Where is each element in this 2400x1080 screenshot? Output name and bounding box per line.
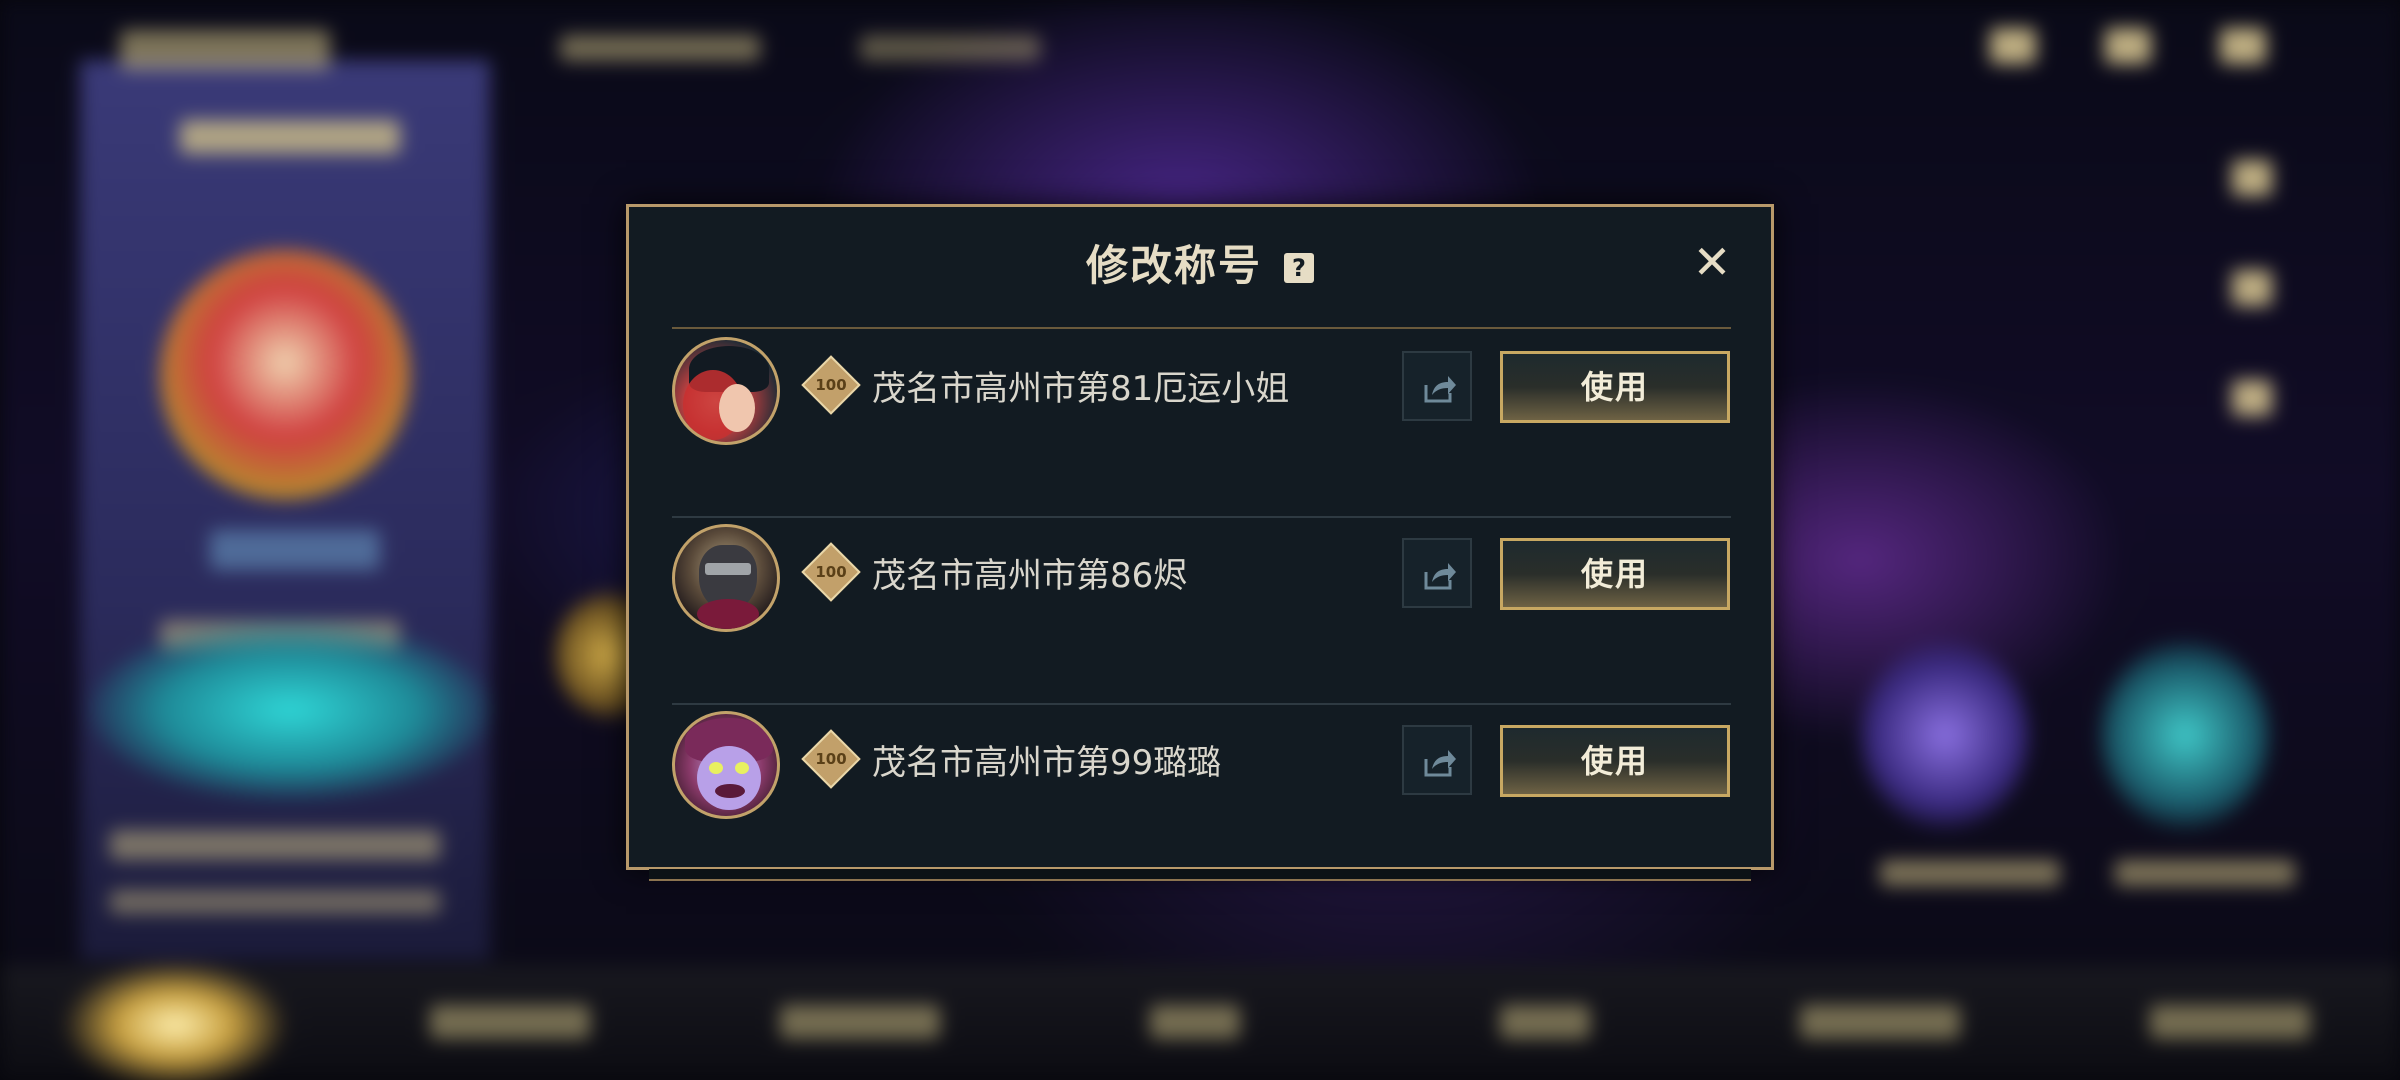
jhin-avatar [672,524,780,632]
honor-badge-blurred [90,620,490,800]
rank-badge-blurred [160,250,410,500]
share-button[interactable] [1402,538,1472,608]
title-list: 100 茂名市高州市第81厄运小姐 使用 100 茂名市高州市第86烬 使用 1… [672,331,1731,890]
use-button[interactable]: 使用 [1500,538,1730,610]
close-icon[interactable]: ✕ [1687,237,1737,287]
list-item: 100 茂名市高州市第86烬 使用 [672,518,1731,705]
dialog-title: 修改称号? [629,232,1771,293]
use-button[interactable]: 使用 [1500,351,1730,423]
share-icon [1424,563,1456,590]
profile-panel-blurred [80,60,490,960]
list-item: 100 茂名市高州市第99璐璐 使用 [672,705,1731,890]
level-badge: 100 [801,729,861,789]
level-badge: 100 [801,355,861,415]
help-icon[interactable]: ? [1284,253,1314,283]
use-button[interactable]: 使用 [1500,725,1730,797]
share-icon [1424,376,1456,403]
change-title-dialog: 修改称号? ✕ 100 茂名市高州市第81厄运小姐 使用 100 茂名市高州市第… [626,204,1774,881]
title-name: 茂名市高州市第86烬 [872,556,1188,596]
dialog-header: 修改称号? ✕ [629,207,1771,327]
share-button[interactable] [1402,725,1472,795]
lulu-avatar [672,711,780,819]
miss-fortune-avatar [672,337,780,445]
share-icon [1424,750,1456,777]
title-name: 茂名市高州市第99璐璐 [872,743,1222,783]
share-button[interactable] [1402,351,1472,421]
list-item: 100 茂名市高州市第81厄运小姐 使用 [672,331,1731,518]
dialog-title-text: 修改称号 [1085,241,1262,290]
title-name: 茂名市高州市第81厄运小姐 [872,369,1290,409]
header-divider [672,327,1731,329]
level-badge: 100 [801,542,861,602]
